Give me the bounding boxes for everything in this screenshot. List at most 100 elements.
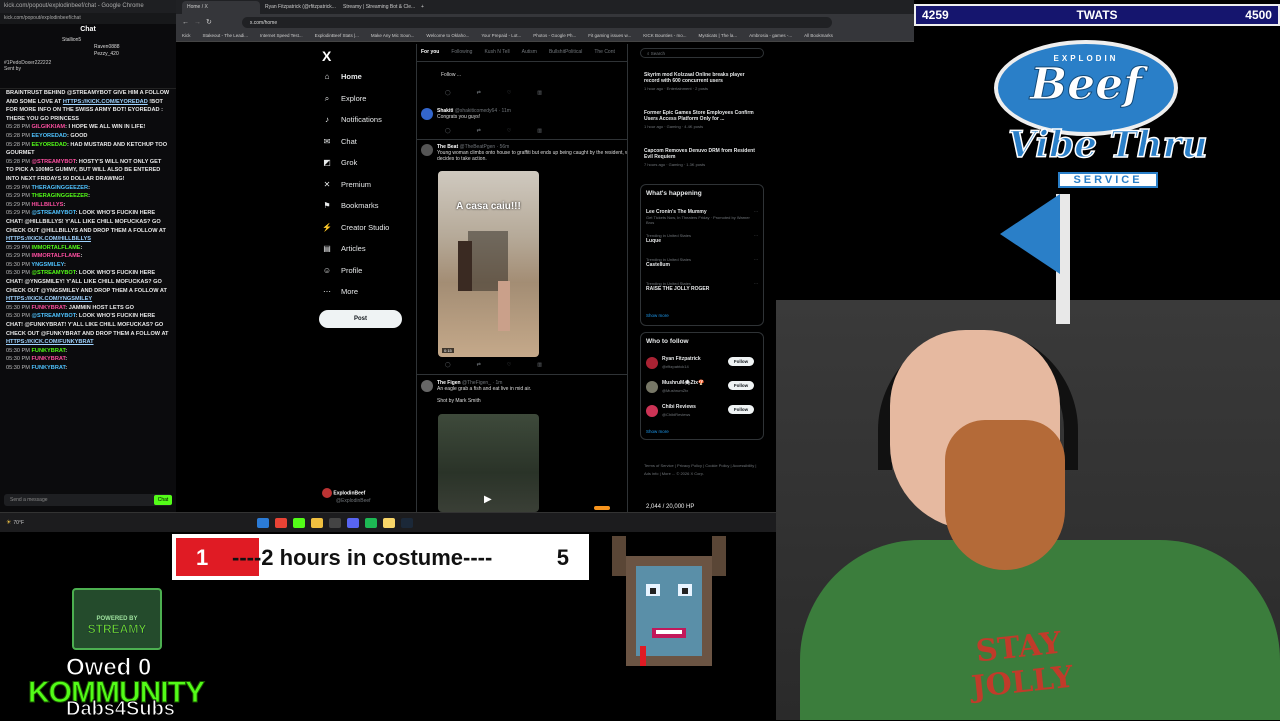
follow-suggestion[interactable]: Chibi Reviews @ChibiReviews Follow [646, 403, 760, 423]
nav-item-notifications[interactable]: ♪ Notifications [322, 115, 382, 124]
feed-tab[interactable]: The Cont [594, 49, 615, 56]
message-username[interactable]: ImmortalFlame [32, 253, 81, 259]
chat-message[interactable]: 05:28 PM gilgikkiam: I hope we all win i… [0, 123, 176, 132]
chat-message[interactable]: 05:29 PM ImmortalFlame: [0, 244, 176, 253]
avatar[interactable] [421, 144, 433, 156]
message-username[interactable]: ImmortalFlame [32, 245, 81, 251]
chat-message[interactable]: 05:30 PM @StreamyBot: LOOK WHO'S FUCKIN … [0, 312, 176, 346]
chat-send-button[interactable]: Chat [154, 495, 172, 505]
follow-button[interactable]: Follow [728, 381, 754, 390]
message-link[interactable]: https://kick.com/hillbillys [6, 236, 91, 242]
bookmark-item[interactable]: ExplodinBeef Stats |... [315, 33, 359, 38]
chat-message[interactable]: 05:28 PM EeyoreDad: good [0, 132, 176, 141]
message-username[interactable]: FunkyBrat [32, 356, 66, 362]
more-icon[interactable]: ⋯ [754, 257, 758, 262]
suggestion-name[interactable]: Ryan Fitzpatrick [662, 356, 701, 362]
more-icon[interactable]: ⋯ [754, 281, 758, 286]
chat-message[interactable]: 05:30 PM FunkyBrat: [0, 355, 176, 364]
show-more-link[interactable]: Show more [646, 429, 669, 434]
chat-message[interactable]: 05:30 PM yngsmiley: [0, 261, 176, 270]
forward-icon[interactable]: → [194, 19, 201, 26]
tweet[interactable]: Follow ... [421, 72, 625, 78]
bookmark-item[interactable]: Stakeout - The Leadi... [203, 33, 248, 38]
show-more-link[interactable]: Show more [646, 313, 669, 318]
chat-message[interactable]: 05:29 PM Hillbillys: [0, 201, 176, 210]
tweet[interactable]: The Beat @TheBeatPgen · 56m Young woman … [437, 144, 627, 162]
message-username[interactable]: TheRagingGeezer [32, 185, 89, 191]
bookmark-item[interactable]: Welcome to Oklaho... [426, 33, 469, 38]
bookmark-item[interactable]: Ambrosia - games -... [749, 33, 792, 38]
discord-icon[interactable] [347, 517, 360, 528]
suggestion-name[interactable]: Chibi Reviews [662, 404, 696, 410]
kick-icon[interactable] [293, 517, 306, 528]
feed-tab[interactable]: Kush N Tell [484, 49, 509, 56]
spotify-icon[interactable] [365, 517, 378, 528]
bookmark-item[interactable]: Photos - Google Ph... [533, 33, 576, 38]
chat-message[interactable]: 05:30 PM FunkyBrat: [0, 364, 176, 373]
bookmark-item[interactable]: Fit gaming issues w... [588, 33, 631, 38]
nav-item-explore[interactable]: ⌕ Explore [322, 94, 367, 104]
message-username[interactable]: Hillbillys [32, 202, 64, 208]
reload-icon[interactable]: ↻ [206, 18, 212, 26]
message-username[interactable]: EeyoreDad [32, 142, 67, 148]
nav-item-chat[interactable]: ✉ Chat [322, 137, 357, 146]
chat-message[interactable]: 05:29 PM ImmortalFlame: [0, 252, 176, 261]
steam-icon[interactable] [401, 517, 414, 528]
folder-icon[interactable] [311, 517, 324, 528]
message-username[interactable]: TheRagingGeezer [32, 193, 89, 199]
chat-message[interactable]: 05:30 PM FunkyBrat: [0, 347, 176, 356]
message-username[interactable]: yngsmiley [31, 262, 64, 268]
news-item[interactable]: Skyrim mod Kolzzaal Online breaks player… [644, 72, 760, 91]
feed-tab[interactable]: BullshitPolitical [549, 49, 582, 56]
search-input[interactable]: ⌕ Search [640, 48, 764, 58]
chat-message[interactable]: BRAINTRUST BEHIND @STREAMYBOT GIVE HIM A… [0, 89, 176, 123]
back-icon[interactable]: ← [182, 19, 189, 26]
bookmark-item[interactable]: KICK Bounties - mo... [643, 33, 686, 38]
tweet-video[interactable]: ▶ [438, 414, 539, 512]
bookmark-item[interactable]: Internet Speed Test... [260, 33, 303, 38]
tweet[interactable]: The Figen @TheFigen_ · 1m An eagle grab … [437, 380, 627, 404]
nav-item-profile[interactable]: ☺ Profile [322, 266, 362, 275]
feed-tab[interactable]: Following [451, 49, 472, 56]
message-username[interactable]: @StreamyBot [32, 313, 76, 319]
tweet-video[interactable]: A casa caiu!!! 0:15 [438, 171, 539, 357]
message-link[interactable]: https://kick.com/yngsmiley [6, 296, 92, 302]
chrome-icon[interactable] [275, 517, 288, 528]
trend-item[interactable]: Lee Cronin's The Mummy Get Tickets Now, I… [646, 209, 758, 225]
play-icon[interactable]: ▶ [484, 494, 492, 505]
trend-item[interactable]: Trending in United States RAISE THE JOLLY… [646, 281, 758, 292]
message-username[interactable]: FunkyBrat [32, 365, 66, 371]
x-footer[interactable]: Terms of Service | Privacy Policy | Cook… [644, 462, 764, 478]
obs-icon[interactable] [329, 517, 342, 528]
message-link[interactable]: https://kick.com/funkybrat [6, 339, 94, 345]
suggestion-name[interactable]: MushruM🕷Ztx🍄 [662, 380, 704, 386]
bookmark-item[interactable]: All Bookmarks [804, 33, 833, 38]
browser-tab[interactable]: Home / X [182, 1, 260, 14]
feed-tab[interactable]: Autism [522, 49, 537, 56]
more-icon[interactable]: ⋯ [754, 209, 758, 214]
nav-item-more[interactable]: ⋯ More [322, 287, 358, 296]
message-link[interactable]: https://kick.com/eyoredad [63, 99, 148, 105]
chat-message[interactable]: 05:28 PM EeyoreDad: had mustard and ketc… [0, 141, 176, 158]
message-username[interactable]: @StreamyBot [32, 159, 76, 165]
nav-item-grok[interactable]: ◩ Grok [322, 158, 357, 167]
x-logo[interactable]: X [322, 48, 331, 64]
message-username[interactable]: EeyoreDad [32, 133, 67, 139]
message-username[interactable]: @StreamyBot [32, 210, 76, 216]
message-username[interactable]: @StreamyBot [32, 270, 76, 276]
chat-message[interactable]: 05:30 PM @StreamyBot: LOOK WHO'S FUCKIN … [0, 269, 176, 303]
follow-button[interactable]: Follow [728, 357, 754, 366]
chat-message[interactable]: 05:29 PM TheRagingGeezer: [0, 192, 176, 201]
bookmark-item[interactable]: Mysticats | The la... [699, 33, 738, 38]
avatar[interactable] [646, 381, 658, 393]
nav-item-creator-studio[interactable]: ⚡ Creator Studio [322, 223, 389, 232]
chat-input[interactable]: Send a message [4, 494, 172, 506]
avatar[interactable] [646, 357, 658, 369]
bookmark-item[interactable]: Your Prepaid - Lot... [481, 33, 521, 38]
feed-tab[interactable]: For you [421, 49, 439, 56]
bookmark-item[interactable]: Make Any Mic Soun... [371, 33, 415, 38]
message-username[interactable]: FunkyBrat [32, 348, 66, 354]
more-icon[interactable]: ⋯ [754, 233, 758, 238]
chat-message[interactable]: 05:28 PM @StreamyBot: HOSTY'S WILL NOT O… [0, 158, 176, 184]
nav-item-articles[interactable]: ▤ Articles [322, 244, 365, 253]
